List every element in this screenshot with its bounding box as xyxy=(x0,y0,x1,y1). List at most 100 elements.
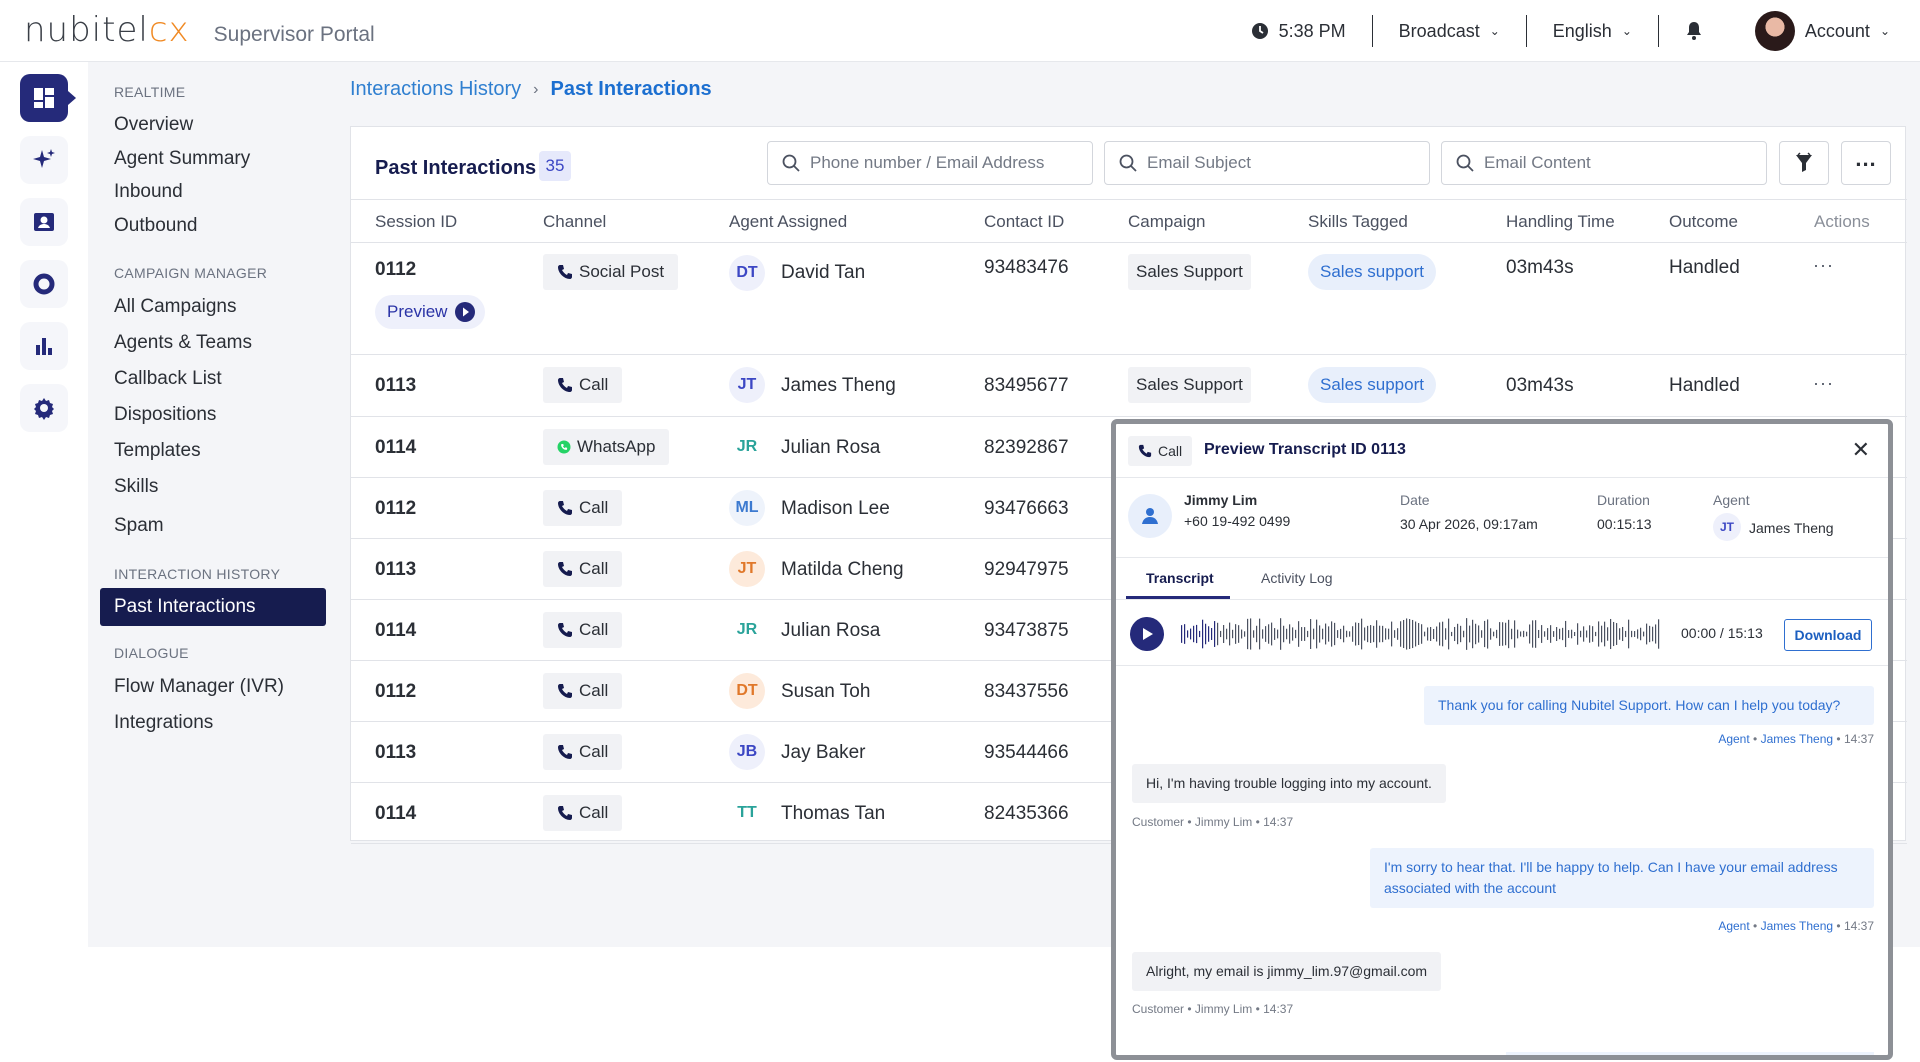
col-actions: Actions xyxy=(1814,212,1870,231)
channel-chip: Call xyxy=(543,612,623,648)
nav-item-flow-manager[interactable]: Flow Manager (IVR) xyxy=(114,676,284,698)
header-controls: 5:38 PM Broadcast ⌄ English ⌄ Account ⌄ xyxy=(1225,0,1890,62)
channel-label: Call xyxy=(579,375,609,394)
more-horizontal-icon: ... xyxy=(1855,146,1877,171)
email-subject-search[interactable] xyxy=(1104,141,1430,185)
breadcrumb-interactions-history[interactable]: Interactions History xyxy=(350,78,521,101)
session-id: 0112 xyxy=(375,681,417,702)
agent-avatar: JT xyxy=(729,551,765,587)
modal-tabs: Transcript Activity Log xyxy=(1116,558,1888,600)
meta-dot: • xyxy=(1187,1002,1192,1016)
side-navigation: REALTIME Overview Agent Summary Inbound … xyxy=(88,62,338,947)
duration-value: 00:15:13 xyxy=(1597,516,1652,532)
contact-id: 83495677 xyxy=(984,375,1069,396)
breadcrumb: Interactions History › Past Interactions xyxy=(350,78,712,101)
channel-label: Call xyxy=(579,803,609,822)
channel-chip: Call xyxy=(543,367,623,403)
col-session-id[interactable]: Session ID xyxy=(375,212,457,232)
phone-email-input[interactable] xyxy=(810,153,1060,173)
col-campaign[interactable]: Campaign xyxy=(1128,212,1206,232)
table-row[interactable]: 0113 Call JT James Theng 83495677 Sales … xyxy=(351,355,1907,417)
call-details: Jimmy Lim +60 19-492 0499 Date 30 Apr 20… xyxy=(1116,478,1888,558)
waveform-scrubber[interactable] xyxy=(1181,617,1664,651)
nav-item-all-campaigns[interactable]: All Campaigns xyxy=(114,296,237,318)
phone-icon xyxy=(558,745,572,759)
campaign-chip: Sales Support xyxy=(1128,367,1251,403)
channel-label: Call xyxy=(579,498,609,517)
nav-item-templates[interactable]: Templates xyxy=(114,440,201,462)
col-agent-assigned[interactable]: Agent Assigned xyxy=(729,212,847,232)
message-role: Customer xyxy=(1132,815,1185,829)
rail-contacts-button[interactable] xyxy=(20,198,68,246)
nav-item-skills[interactable]: Skills xyxy=(114,476,158,498)
agent-avatar: JB xyxy=(729,734,765,770)
broadcast-dropdown[interactable]: Broadcast ⌄ xyxy=(1373,15,1526,47)
nav-item-inbound[interactable]: Inbound xyxy=(114,181,183,203)
contact-id: 93476663 xyxy=(984,498,1069,519)
chevron-down-icon: ⌄ xyxy=(1489,24,1500,38)
play-icon xyxy=(1143,628,1153,640)
rail-analytics-button[interactable] xyxy=(20,322,68,370)
channel-label: Call xyxy=(579,620,609,639)
filter-button[interactable] xyxy=(1779,141,1829,185)
customer-avatar xyxy=(1128,494,1172,538)
preview-button[interactable]: Preview xyxy=(375,295,486,329)
nav-item-agent-summary[interactable]: Agent Summary xyxy=(114,148,250,170)
row-actions-button[interactable]: ··· xyxy=(1813,255,1834,276)
nav-item-dispositions[interactable]: Dispositions xyxy=(114,404,216,426)
more-options-button[interactable]: ... xyxy=(1841,141,1891,185)
modal-title: Preview Transcript ID 0113 xyxy=(1204,441,1406,458)
session-id: 0114 xyxy=(375,437,417,458)
nav-item-agents-teams[interactable]: Agents & Teams xyxy=(114,332,252,354)
play-button[interactable] xyxy=(1130,617,1164,651)
email-content-search[interactable] xyxy=(1441,141,1767,185)
row-actions-button[interactable]: ··· xyxy=(1813,373,1834,394)
nav-item-outbound[interactable]: Outbound xyxy=(114,215,197,237)
col-contact-id[interactable]: Contact ID xyxy=(984,212,1064,232)
channel-chip: Call xyxy=(543,490,623,526)
nav-item-spam[interactable]: Spam xyxy=(114,515,164,537)
language-dropdown[interactable]: English ⌄ xyxy=(1527,15,1658,47)
table-row[interactable]: 0112 Preview Social Post DT David Tan 93… xyxy=(351,243,1907,355)
channel-label: Call xyxy=(579,742,609,761)
col-handling-time[interactable]: Handling Time xyxy=(1506,212,1615,232)
nav-item-past-interactions[interactable]: Past Interactions xyxy=(100,588,326,626)
agent-message: Thank you for calling Nubitel Support. H… xyxy=(1424,686,1874,725)
account-menu[interactable]: Account ⌄ xyxy=(1729,11,1890,51)
tab-activity-log[interactable]: Activity Log xyxy=(1261,570,1333,586)
nav-item-callback-list[interactable]: Callback List xyxy=(114,368,222,390)
col-channel[interactable]: Channel xyxy=(543,212,606,232)
agent-name: Susan Toh xyxy=(781,681,871,702)
phone-icon xyxy=(558,806,572,820)
nubitel-logo[interactable]: nubitelcx Supervisor Portal xyxy=(24,10,375,50)
contact-id: 83437556 xyxy=(984,681,1069,702)
phone-email-search[interactable] xyxy=(767,141,1093,185)
meta-dot: • xyxy=(1836,732,1841,746)
email-subject-input[interactable] xyxy=(1147,153,1397,173)
close-icon[interactable]: ✕ xyxy=(1852,437,1870,463)
col-outcome[interactable]: Outcome xyxy=(1669,212,1738,232)
nav-section-interaction-history: INTERACTION HISTORY xyxy=(114,566,281,582)
message-time: 14:37 xyxy=(1843,919,1874,933)
notifications-button[interactable] xyxy=(1659,15,1729,47)
download-button[interactable]: Download xyxy=(1784,619,1872,651)
rail-ai-button[interactable] xyxy=(20,136,68,184)
nav-item-overview[interactable]: Overview xyxy=(114,114,193,136)
rail-donut-button[interactable] xyxy=(20,260,68,308)
message-author: Jimmy Lim xyxy=(1194,1002,1253,1016)
meta-dot: • xyxy=(1255,815,1260,829)
skill-tag: Sales support xyxy=(1308,254,1436,290)
clock-time: 5:38 PM xyxy=(1278,20,1346,41)
message-author: James Theng xyxy=(1760,732,1834,746)
col-skills-tagged[interactable]: Skills Tagged xyxy=(1308,212,1408,232)
rail-dashboard-button[interactable] xyxy=(20,74,76,122)
email-content-input[interactable] xyxy=(1484,153,1734,173)
tab-transcript[interactable]: Transcript xyxy=(1146,570,1214,586)
user-icon xyxy=(1142,508,1158,524)
customer-name: Jimmy Lim xyxy=(1184,492,1258,508)
meta-dot: • xyxy=(1836,919,1841,933)
rail-settings-button[interactable] xyxy=(20,384,68,432)
bell-icon xyxy=(1686,22,1701,40)
player-time: 00:00 / 15:13 xyxy=(1681,625,1763,641)
nav-item-integrations[interactable]: Integrations xyxy=(114,712,213,734)
